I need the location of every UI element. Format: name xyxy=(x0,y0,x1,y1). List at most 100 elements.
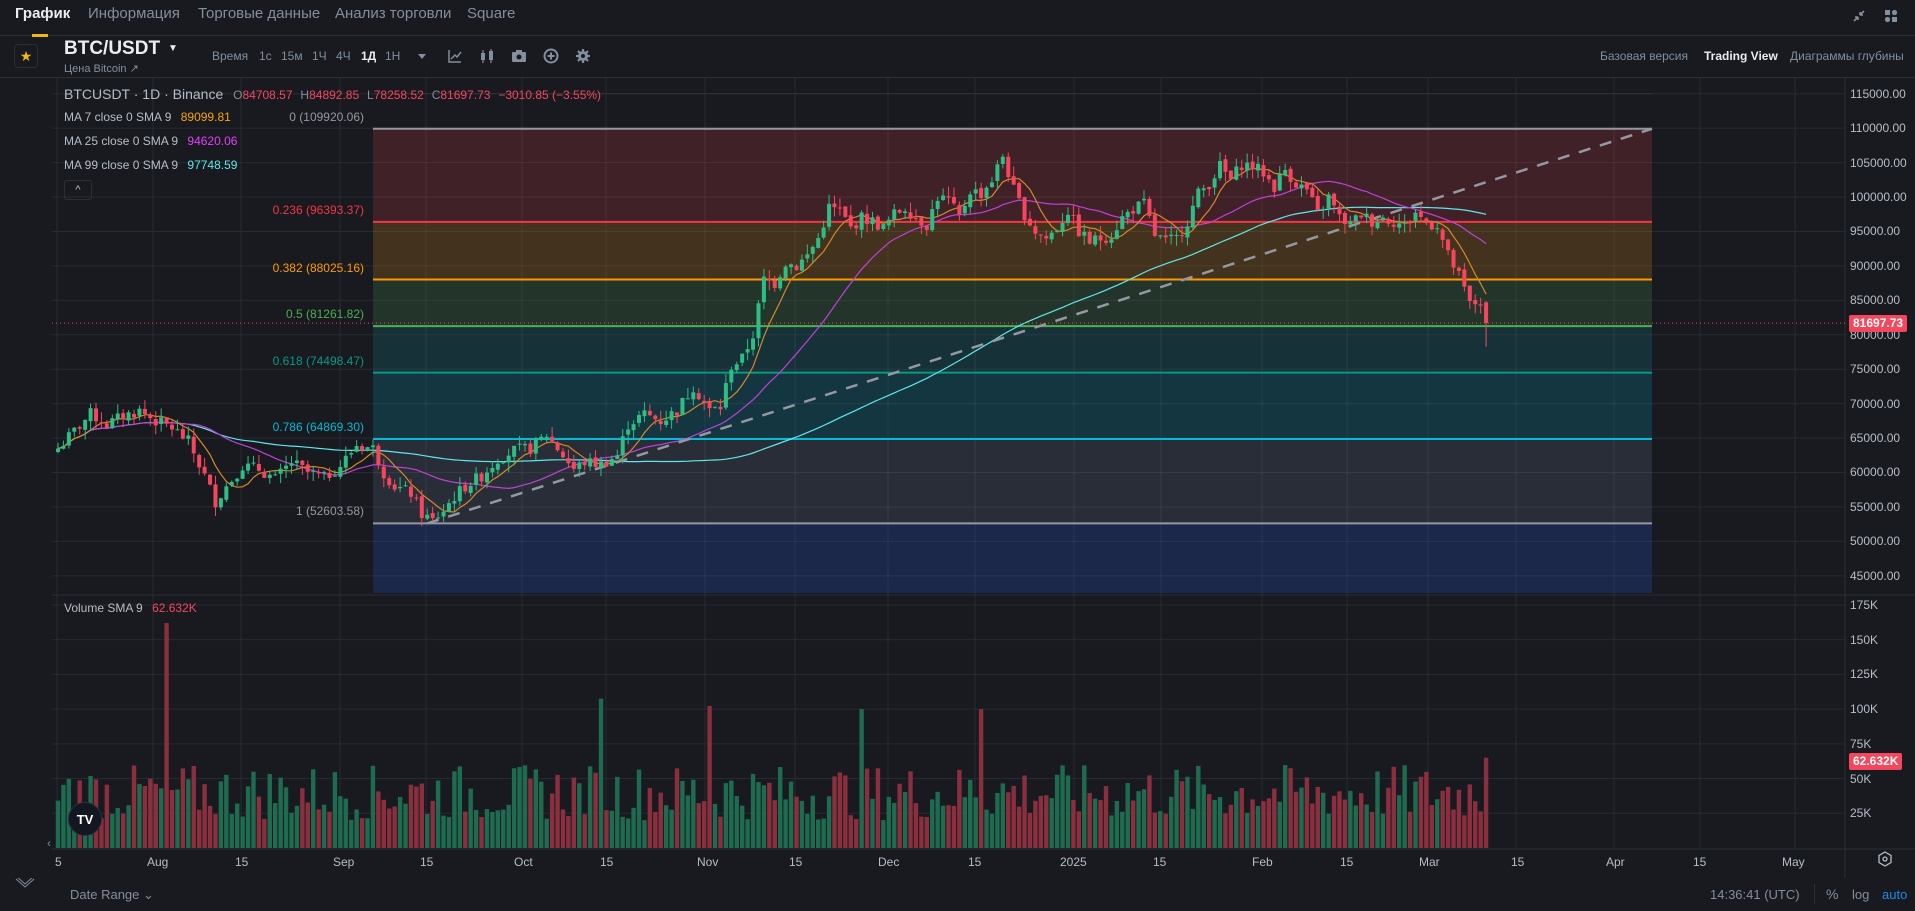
settings-gear-icon[interactable] xyxy=(575,48,591,64)
volume-bar xyxy=(289,812,294,848)
candle-body xyxy=(387,478,392,486)
volume-bar xyxy=(566,816,571,848)
candle-body xyxy=(1380,217,1385,221)
view-tradingview[interactable]: Trading View xyxy=(1704,49,1778,63)
volume-bar xyxy=(555,774,560,848)
axis-settings-icon[interactable] xyxy=(1876,850,1894,868)
candle-body xyxy=(446,503,451,512)
view-basic[interactable]: Базовая версия xyxy=(1600,49,1688,63)
candle-body xyxy=(1272,179,1277,192)
candle-body xyxy=(680,397,685,416)
candle-body xyxy=(1190,205,1195,228)
auto-scale-button[interactable]: auto xyxy=(1882,887,1907,902)
volume-bar xyxy=(1272,788,1277,848)
volume-bar xyxy=(1000,783,1006,848)
collapse-legend-button[interactable]: ^ xyxy=(64,180,92,200)
symbol-dropdown-icon[interactable]: ▼ xyxy=(168,43,178,54)
tab-chart[interactable]: График xyxy=(15,5,70,22)
add-icon[interactable] xyxy=(543,48,559,64)
candle-body xyxy=(1071,214,1076,216)
chart-type-candles-icon[interactable] xyxy=(479,48,495,64)
tab-square[interactable]: Square xyxy=(467,5,515,22)
tab-trade-analysis[interactable]: Анализ торговли xyxy=(335,5,451,22)
ma25-row[interactable]: MA 25 close 0 SMA 9 94620.06 xyxy=(64,134,237,148)
timeframe-1d[interactable]: 1Д xyxy=(361,49,376,63)
volume-bar xyxy=(506,804,511,848)
volume-bar xyxy=(1109,815,1114,848)
volume-bar xyxy=(1391,766,1396,848)
candle-body xyxy=(191,436,196,454)
candle-body xyxy=(1033,226,1038,234)
candle-body xyxy=(946,196,951,198)
volume-bar xyxy=(1082,765,1087,848)
candle-body xyxy=(267,474,272,479)
candle-body xyxy=(392,484,397,490)
timeframe-1w[interactable]: 1Н xyxy=(385,49,400,63)
candle-body xyxy=(935,200,940,210)
layout-grid-icon[interactable] xyxy=(1884,9,1898,23)
volume-bar xyxy=(1087,792,1092,848)
volume-bar xyxy=(1076,811,1082,848)
volume-bar xyxy=(691,779,696,848)
volume-bar xyxy=(452,771,457,848)
ma7-row[interactable]: MA 7 close 0 SMA 9 89099.81 xyxy=(64,110,231,124)
candle-body xyxy=(1375,222,1380,229)
tab-trading-data[interactable]: Торговые данные xyxy=(198,5,320,22)
low-value: 78258.52 xyxy=(373,88,424,102)
volume-bar xyxy=(300,788,305,848)
indicators-icon[interactable] xyxy=(447,48,463,64)
candle-body xyxy=(1304,182,1309,190)
candle-body xyxy=(827,203,832,227)
volume-bar xyxy=(1435,799,1440,848)
log-scale-button[interactable]: log xyxy=(1852,887,1869,902)
candle-body xyxy=(1413,212,1418,221)
volume-bar xyxy=(718,816,723,848)
volume-label: Volume SMA 9 xyxy=(64,601,143,615)
more-timeframes-icon[interactable] xyxy=(414,48,430,64)
date-range-dropdown[interactable]: Date Range ⌄ xyxy=(70,887,154,903)
candle-body xyxy=(1125,211,1130,218)
timeframe-1h[interactable]: 1Ч xyxy=(312,49,327,63)
tab-info[interactable]: Информация xyxy=(88,5,180,22)
volume-bar xyxy=(218,781,224,848)
volume-bar xyxy=(408,784,414,848)
scroll-left-icon[interactable]: ‹ xyxy=(47,836,51,850)
ma99-label: MA 99 close 0 SMA 9 xyxy=(64,158,179,172)
favorite-star-icon[interactable]: ★ xyxy=(14,44,38,68)
volume-bar xyxy=(832,776,837,848)
view-depth-chart[interactable]: Диаграммы глубины xyxy=(1790,49,1904,63)
volume-bar xyxy=(1337,791,1342,848)
candle-body xyxy=(381,466,386,479)
candle-body xyxy=(707,401,712,409)
candle-body xyxy=(414,497,419,499)
volume-bar xyxy=(381,799,386,848)
volume-bar xyxy=(316,809,321,848)
candle-body xyxy=(533,438,538,454)
camera-icon[interactable] xyxy=(511,48,527,64)
candle-body xyxy=(332,475,337,477)
percent-scale-button[interactable]: % xyxy=(1826,886,1838,902)
volume-bar xyxy=(1011,785,1016,848)
collapse-icon[interactable] xyxy=(1852,9,1866,23)
symbol-subtitle-link[interactable]: Цена Bitcoin ↗ xyxy=(64,62,139,75)
candle-body xyxy=(1315,195,1320,210)
candle-body xyxy=(729,369,734,383)
tradingview-logo[interactable]: TV xyxy=(68,802,102,836)
volume-bar xyxy=(544,818,549,848)
volume-bar xyxy=(1413,781,1418,848)
candle-body xyxy=(631,424,636,431)
volume-bar xyxy=(805,813,810,848)
price-chart[interactable] xyxy=(0,78,1915,878)
volume-bar xyxy=(816,819,821,848)
candle-body xyxy=(1098,235,1103,241)
volume-bar xyxy=(245,786,251,848)
timeframe-15m[interactable]: 15м xyxy=(281,49,303,63)
timeframe-4h[interactable]: 4Ч xyxy=(336,49,351,63)
volume-bar xyxy=(354,809,359,848)
timeframe-1s[interactable]: 1с xyxy=(259,49,272,63)
symbol-name[interactable]: BTC/USDT xyxy=(64,38,160,60)
utc-clock[interactable]: 14:36:41 (UTC) xyxy=(1710,887,1800,902)
candle-body xyxy=(789,264,794,268)
volume-bar xyxy=(175,789,180,848)
ma99-row[interactable]: MA 99 close 0 SMA 9 97748.59 xyxy=(64,158,237,172)
